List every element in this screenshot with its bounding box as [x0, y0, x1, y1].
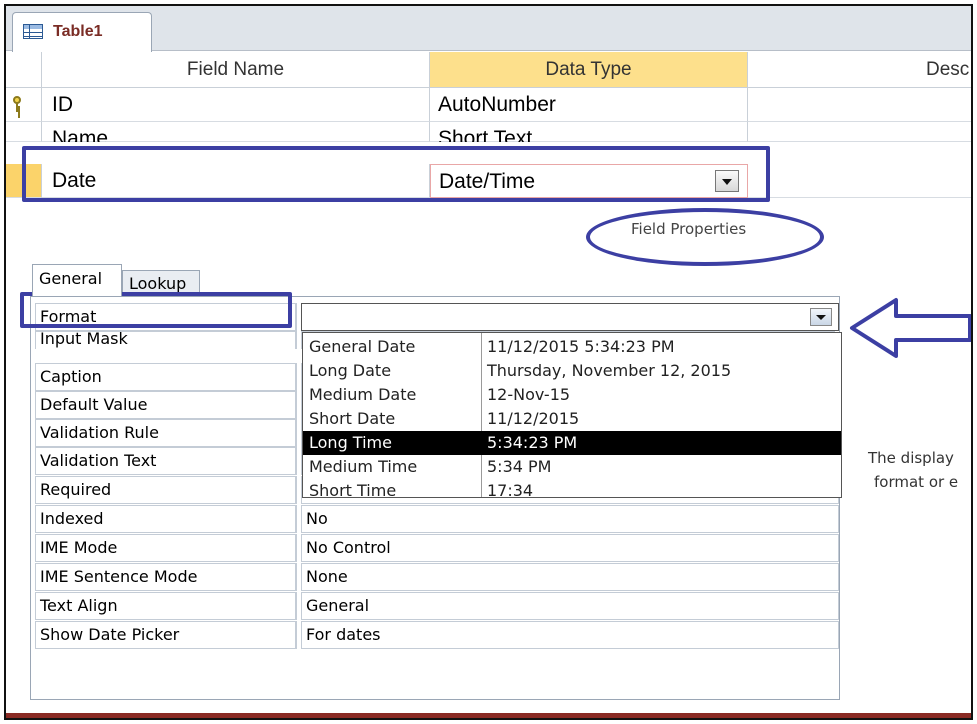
row-selector-header[interactable] [6, 52, 42, 88]
property-label: Validation Text [35, 447, 297, 475]
field-name-cell[interactable]: ID [42, 88, 430, 122]
property-value[interactable]: For dates [301, 621, 839, 649]
property-value[interactable]: No Control [301, 534, 839, 562]
annotation-format-box [20, 292, 292, 328]
window-bottom-border [6, 713, 971, 718]
format-option[interactable]: Short Date 11/12/2015 [303, 407, 841, 431]
description-cell[interactable] [748, 122, 971, 142]
annotation-arrow-icon [850, 298, 971, 358]
option-name: Short Date [309, 409, 396, 428]
format-option[interactable]: Medium Date 12-Nov-15 [303, 383, 841, 407]
document-tab-label: Table1 [53, 23, 103, 40]
option-name: Medium Time [309, 457, 418, 476]
format-dropdown-list: General Date 11/12/2015 5:34:23 PM Long … [302, 332, 842, 500]
table-icon [23, 24, 43, 39]
field-name-header[interactable]: Field Name [42, 52, 430, 88]
format-option[interactable]: Long Date Thursday, November 12, 2015 [303, 359, 841, 383]
format-value-field[interactable] [301, 303, 839, 331]
option-example: 11/12/2015 5:34:23 PM [487, 337, 675, 356]
data-type-header[interactable]: Data Type [430, 52, 748, 88]
property-value[interactable]: No [301, 505, 839, 533]
field-name-cell[interactable]: Name [42, 122, 430, 142]
property-row-show-date-picker[interactable]: Show Date Picker For dates [35, 621, 839, 649]
property-label: Indexed [35, 505, 297, 533]
option-name: Long Date [309, 361, 392, 380]
row-selector[interactable] [6, 122, 42, 142]
option-name: Long Time [309, 433, 392, 452]
description-cell[interactable] [748, 88, 971, 122]
description-cell[interactable] [748, 164, 971, 198]
property-row-text-align[interactable]: Text Align General [35, 592, 839, 620]
help-text-line2: format or e [874, 473, 959, 491]
property-value[interactable]: General [301, 592, 839, 620]
option-example: 5:34 PM [487, 457, 552, 476]
description-header[interactable]: Desc [748, 52, 971, 88]
format-option[interactable]: Medium Time 5:34 PM [303, 455, 841, 479]
property-label: Default Value [35, 391, 297, 419]
data-type-cell[interactable]: Short Text [430, 122, 748, 142]
option-example: 11/12/2015 [487, 409, 580, 428]
property-value[interactable]: None [301, 563, 839, 591]
option-example: 12-Nov-15 [487, 385, 571, 404]
option-name: Medium Date [309, 385, 417, 404]
option-example: Thursday, November 12, 2015 [487, 361, 732, 380]
field-row-name[interactable]: Name Short Text [6, 122, 971, 142]
document-tab-bar: Table1 [6, 6, 971, 52]
field-row-id[interactable]: ID AutoNumber [6, 88, 971, 122]
annotation-date-row-box [22, 146, 770, 202]
property-label: Input Mask [35, 331, 297, 349]
data-type-cell[interactable]: AutoNumber [430, 88, 748, 122]
option-name: General Date [309, 337, 416, 356]
access-window: Table1 Field Name Data Type Desc ID Auto… [4, 4, 973, 720]
format-dropdown-button[interactable] [810, 308, 832, 326]
format-option-selected[interactable]: Long Time 5:34:23 PM [303, 431, 841, 455]
property-label: Text Align [35, 592, 297, 620]
document-tab-table1[interactable]: Table1 [12, 12, 152, 52]
option-example: 17:34 [487, 481, 534, 500]
format-option[interactable]: Short Time 17:34 [303, 479, 841, 503]
option-name: Short Time [309, 481, 397, 500]
help-text-line1: The display [868, 449, 954, 467]
tab-general[interactable]: General [32, 264, 122, 296]
row-selector[interactable] [6, 88, 42, 122]
property-label: Caption [35, 363, 297, 391]
property-label: Validation Rule [35, 419, 297, 447]
format-option[interactable]: General Date 11/12/2015 5:34:23 PM [303, 335, 841, 359]
property-row-ime-sentence-mode[interactable]: IME Sentence Mode None [35, 563, 839, 591]
primary-key-icon [12, 96, 22, 112]
property-row-ime-mode[interactable]: IME Mode No Control [35, 534, 839, 562]
field-grid-header: Field Name Data Type Desc [6, 52, 971, 88]
property-label: Show Date Picker [35, 621, 297, 649]
property-label: IME Sentence Mode [35, 563, 297, 591]
option-example: 5:34:23 PM [487, 433, 578, 452]
property-label: Required [35, 476, 297, 504]
property-label: IME Mode [35, 534, 297, 562]
annotation-field-properties-ellipse [586, 208, 824, 266]
property-row-indexed[interactable]: Indexed No [35, 505, 839, 533]
